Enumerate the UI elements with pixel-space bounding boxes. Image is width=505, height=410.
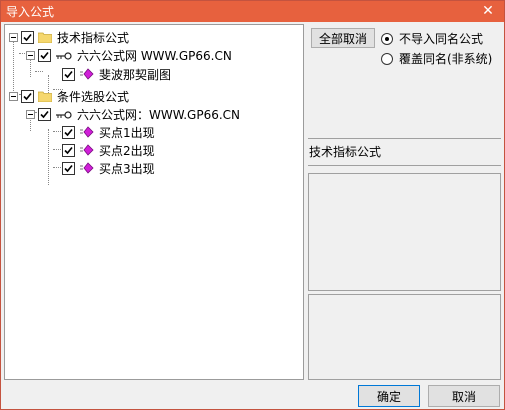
collapse-expander-icon[interactable] bbox=[26, 50, 35, 60]
overwrite-duplicates-option[interactable]: 覆盖同名(非系统) bbox=[381, 50, 492, 67]
window-title: 导入公式 bbox=[6, 5, 55, 19]
tree-node-group2-item[interactable]: 买点3出现 bbox=[62, 159, 155, 177]
item-checkbox[interactable] bbox=[62, 143, 75, 157]
formula-tree[interactable]: 技术指标公式 六六公式网 WWW.GP66.CN 斐波那契副图 条件选股公式 六… bbox=[4, 24, 304, 380]
tree-node-group2-source[interactable]: 六六公式网：WWW.GP66.CN bbox=[26, 105, 240, 123]
title-bar: 导入公式 ✕ bbox=[1, 1, 504, 22]
group1-label: 技术指标公式 bbox=[57, 30, 130, 45]
radio-icon[interactable] bbox=[381, 32, 393, 45]
no-import-duplicates-option[interactable]: 不导入同名公式 bbox=[381, 30, 483, 47]
radio1-label: 不导入同名公式 bbox=[399, 32, 484, 46]
tree-node-group1-source[interactable]: 六六公式网 WWW.GP66.CN bbox=[26, 46, 232, 64]
item-label: 买点3出现 bbox=[99, 161, 155, 176]
radio-icon[interactable] bbox=[381, 52, 393, 65]
group2-label: 条件选股公式 bbox=[57, 89, 130, 104]
group2-source-checkbox[interactable] bbox=[38, 107, 51, 121]
group1-source-label: 六六公式网 WWW.GP66.CN bbox=[77, 48, 232, 63]
tree-node-group1[interactable]: 技术指标公式 bbox=[9, 28, 129, 46]
info-panel-top bbox=[308, 173, 501, 291]
group2-source-label: 六六公式网：WWW.GP66.CN bbox=[77, 107, 241, 122]
cancel-button[interactable]: 取消 bbox=[428, 385, 500, 407]
item-label: 斐波那契副图 bbox=[99, 67, 172, 82]
radio2-label: 覆盖同名(非系统) bbox=[399, 52, 493, 66]
formula-icon bbox=[79, 68, 95, 80]
group2-checkbox[interactable] bbox=[21, 89, 34, 103]
close-icon[interactable]: ✕ bbox=[480, 3, 496, 19]
item-checkbox[interactable] bbox=[62, 161, 75, 175]
divider bbox=[308, 165, 501, 166]
info-section-label: 技术指标公式 bbox=[309, 145, 382, 159]
collapse-expander-icon[interactable] bbox=[9, 32, 18, 42]
tree-node-group2-item[interactable]: 买点2出现 bbox=[62, 141, 155, 159]
tree-node-group1-item[interactable]: 斐波那契副图 bbox=[62, 65, 171, 83]
info-panel-bottom bbox=[308, 294, 501, 380]
import-formula-dialog: 导入公式 ✕ 技术指标公式 六六公式网 WWW.GP66.CN 斐波那契副图 条… bbox=[0, 0, 505, 410]
item-label: 买点2出现 bbox=[99, 143, 155, 158]
divider bbox=[308, 138, 501, 139]
item-checkbox[interactable] bbox=[62, 125, 75, 139]
tree-node-group2[interactable]: 条件选股公式 bbox=[9, 87, 129, 105]
item-checkbox[interactable] bbox=[62, 67, 75, 81]
group1-source-checkbox[interactable] bbox=[38, 48, 51, 62]
connector-icon bbox=[55, 109, 73, 119]
folder-icon bbox=[37, 91, 53, 102]
formula-icon bbox=[79, 144, 95, 156]
cancel-all-button[interactable]: 全部取消 bbox=[311, 28, 375, 48]
collapse-expander-icon[interactable] bbox=[9, 91, 18, 101]
tree-node-group2-item[interactable]: 买点1出现 bbox=[62, 123, 155, 141]
connector-icon bbox=[55, 50, 73, 60]
formula-icon bbox=[79, 162, 95, 174]
ok-button[interactable]: 确定 bbox=[358, 385, 420, 407]
formula-icon bbox=[79, 126, 95, 138]
collapse-expander-icon[interactable] bbox=[26, 109, 35, 119]
group1-checkbox[interactable] bbox=[21, 30, 34, 44]
item-label: 买点1出现 bbox=[99, 125, 155, 140]
folder-icon bbox=[37, 32, 53, 43]
